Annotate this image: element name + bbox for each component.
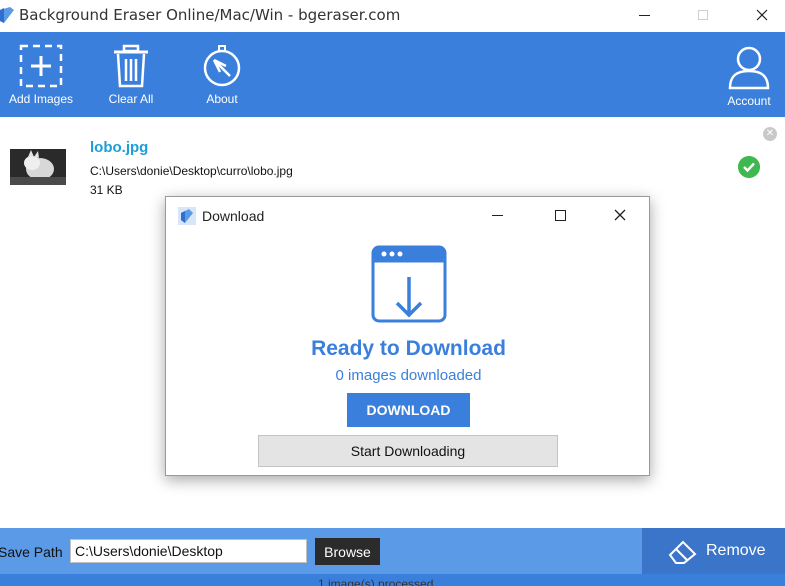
account-button[interactable]: Account [717, 32, 781, 117]
start-downloading-button[interactable]: Start Downloading [258, 435, 558, 467]
main-toolbar: Add Images Clear All About Account [0, 32, 785, 117]
add-image-icon [19, 44, 63, 88]
dialog-close-button[interactable] [605, 203, 635, 227]
trash-icon [114, 44, 148, 88]
status-text: 1 image(s) processed [318, 577, 434, 586]
about-button[interactable]: About [195, 32, 249, 117]
maximize-button[interactable] [680, 0, 726, 30]
close-icon [614, 209, 626, 221]
status-bar: 1 image(s) processed [0, 574, 785, 586]
account-label: Account [727, 94, 771, 108]
minimize-button[interactable] [621, 0, 667, 30]
dialog-heading: Ready to Download [311, 337, 506, 360]
remove-file-button[interactable]: ✕ [763, 127, 777, 141]
about-label: About [206, 92, 238, 106]
minimize-icon [638, 14, 650, 16]
remove-button[interactable]: Remove [642, 528, 785, 574]
maximize-icon [698, 10, 708, 20]
download-button[interactable]: DOWNLOAD [347, 393, 470, 427]
minimize-icon [491, 214, 503, 216]
file-name: lobo.jpg [90, 139, 149, 156]
dialog-title: Download [202, 208, 265, 224]
add-images-button[interactable]: Add Images [8, 32, 74, 117]
clear-all-label: Clear All [108, 92, 154, 106]
eraser-icon [668, 540, 697, 564]
file-size: 31 KB [90, 183, 123, 197]
add-images-label: Add Images [8, 92, 74, 106]
file-thumbnail [10, 149, 66, 185]
dialog-maximize-button[interactable] [545, 203, 575, 227]
close-button[interactable] [739, 0, 785, 30]
clear-all-button[interactable]: Clear All [102, 32, 160, 117]
app-logo-icon [178, 207, 196, 225]
close-icon [756, 9, 768, 21]
download-window-icon [371, 245, 447, 323]
user-icon [728, 46, 770, 90]
check-circle-icon [738, 156, 760, 178]
dialog-minimize-button[interactable] [482, 203, 512, 227]
download-count-text: 0 images downloaded [335, 367, 482, 384]
compass-icon [203, 45, 241, 87]
save-path-input[interactable] [70, 539, 307, 563]
file-list-item[interactable]: lobo.jpg C:\Users\donie\Desktop\curro\lo… [0, 118, 785, 198]
close-icon: ✕ [765, 128, 775, 139]
remove-label: Remove [706, 542, 766, 559]
file-path: C:\Users\donie\Desktop\curro\lobo.jpg [90, 164, 293, 178]
download-dialog: Download Ready to Download 0 images down… [165, 196, 650, 476]
save-path-label: Save Path [0, 544, 63, 560]
browse-button[interactable]: Browse [315, 538, 380, 565]
maximize-icon [554, 209, 566, 221]
app-logo-icon [0, 7, 14, 23]
title-bar: Background Eraser Online/Mac/Win - bgera… [0, 0, 785, 32]
wolf-thumbnail-image [10, 149, 66, 185]
window-title: Background Eraser Online/Mac/Win - bgera… [19, 6, 401, 24]
